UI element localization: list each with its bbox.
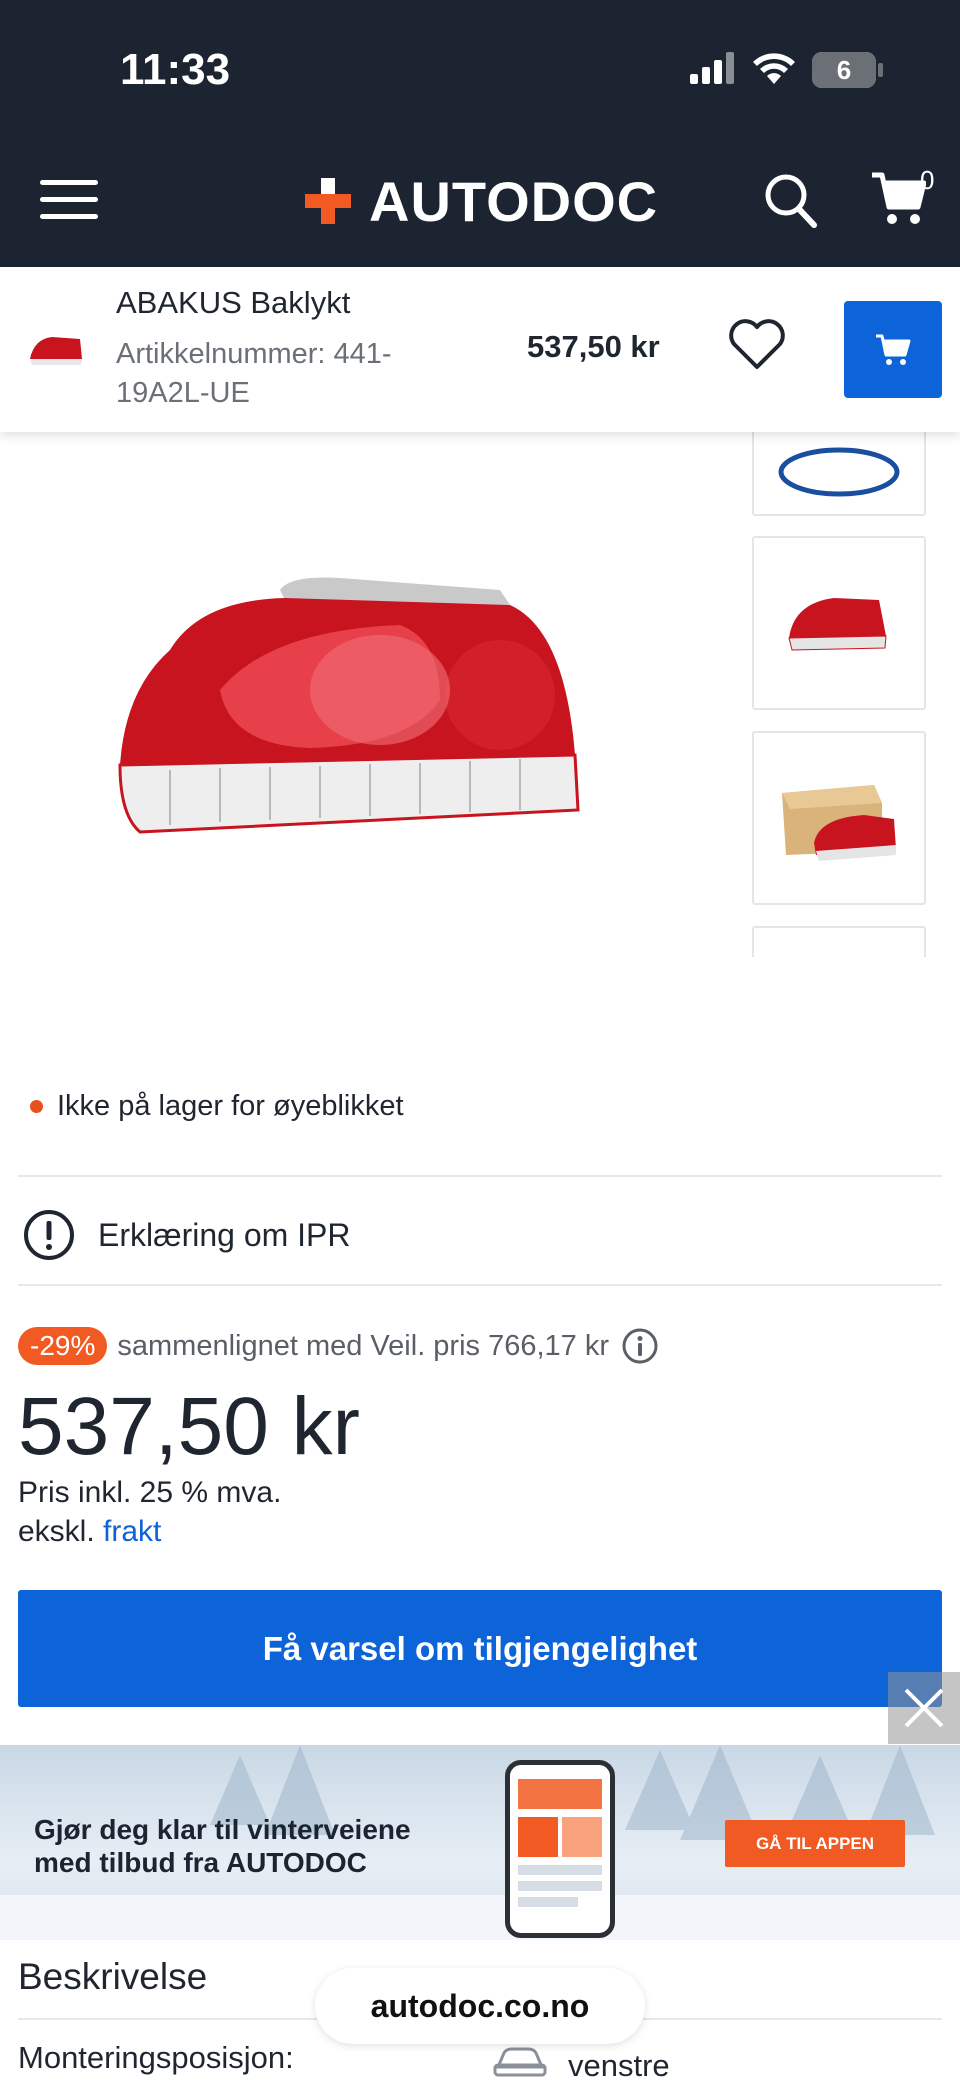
plus-logo-icon [305,178,351,224]
stock-status: Ikke på lager for øyeblikket [30,1090,404,1123]
app-promo-banner[interactable]: Gjør deg klar til vinterveiene med tilbu… [0,1745,960,1940]
product-name: ABAKUS Baklykt [116,285,351,320]
banner-text: Gjør deg klar til vinterveiene med tilbu… [34,1813,411,1879]
vat-line: Pris inkl. 25 % mva. [18,1476,282,1509]
close-banner-button[interactable] [888,1672,960,1744]
divider [18,1175,942,1177]
status-time: 11:33 [120,45,231,94]
sticky-price: 537,50 kr [527,329,660,364]
car-icon [493,2047,547,2077]
ipr-declaration-link[interactable]: Erklæring om IPR [22,1208,351,1262]
browser-url-bar[interactable]: autodoc.co.no [315,1968,645,2044]
mounting-position-label: Monteringsposisjon: [18,2040,294,2075]
product-thumbnail [30,337,82,365]
signal-icon [690,52,734,84]
shipping-prefix: ekskl. [18,1515,95,1548]
compare-price-text: sammenlignet med Veil. pris 766,17 kr [117,1329,610,1362]
cart-count-badge: 0 [920,165,935,195]
thumbnail-packaging[interactable] [752,731,926,905]
thumbnail-more[interactable] [752,926,926,957]
product-main-image[interactable] [110,570,590,840]
stock-status-text: Ikke på lager for øyeblikket [57,1090,404,1122]
top-navigation: AUTODOC 0 [0,135,960,267]
battery-level: 6 [812,52,876,88]
autodoc-logo[interactable]: AUTODOC [305,169,659,233]
menu-icon[interactable] [40,180,98,220]
vat-info: Pris inkl. 25 % mva. ekskl. frakt [18,1473,281,1551]
info-icon[interactable] [621,1327,659,1365]
heart-icon[interactable] [728,319,786,371]
discount-line: -29% sammenlignet med Veil. pris 766,17 … [18,1327,659,1365]
discount-badge: -29% [18,1327,108,1365]
mounting-position-value: venstre [568,2048,670,2083]
banner-text-line2: med tilbud fra AUTODOC [34,1847,367,1878]
status-bar: 11:33 6 [0,0,960,135]
ipr-label: Erklæring om IPR [98,1216,351,1253]
thumbnail-gallery [752,432,928,957]
banner-text-line1: Gjør deg klar til vinterveiene [34,1814,411,1845]
search-icon[interactable] [764,173,818,229]
stock-dot-icon [30,1100,43,1113]
divider [18,1284,942,1286]
wifi-icon [753,53,795,84]
add-to-cart-button[interactable] [844,301,942,398]
thumbnail-taillight[interactable] [752,536,926,710]
cart-icon [876,334,911,365]
close-icon [904,1688,944,1728]
battery-icon: 6 [812,52,876,88]
thumbnail-brand-logo[interactable] [752,432,926,516]
battery-cap [878,63,883,77]
sticky-product-bar: ABAKUS Baklykt Artikkelnummer: 441-19A2L… [0,267,960,432]
exclamation-circle-icon [24,1210,74,1260]
logo-text: AUTODOC [369,169,659,233]
cart-icon[interactable] [870,169,926,227]
description-heading: Beskrivelse [18,1956,208,1997]
shipping-link[interactable]: frakt [103,1515,161,1548]
product-price: 537,50 kr [18,1381,360,1472]
phone-app-illustration [505,1760,615,1938]
notify-availability-button[interactable]: Få varsel om tilgjengelighet [18,1590,942,1707]
article-number: Artikkelnummer: 441-19A2L-UE [116,338,392,409]
go-to-app-button[interactable]: GÅ TIL APPEN [725,1820,905,1867]
